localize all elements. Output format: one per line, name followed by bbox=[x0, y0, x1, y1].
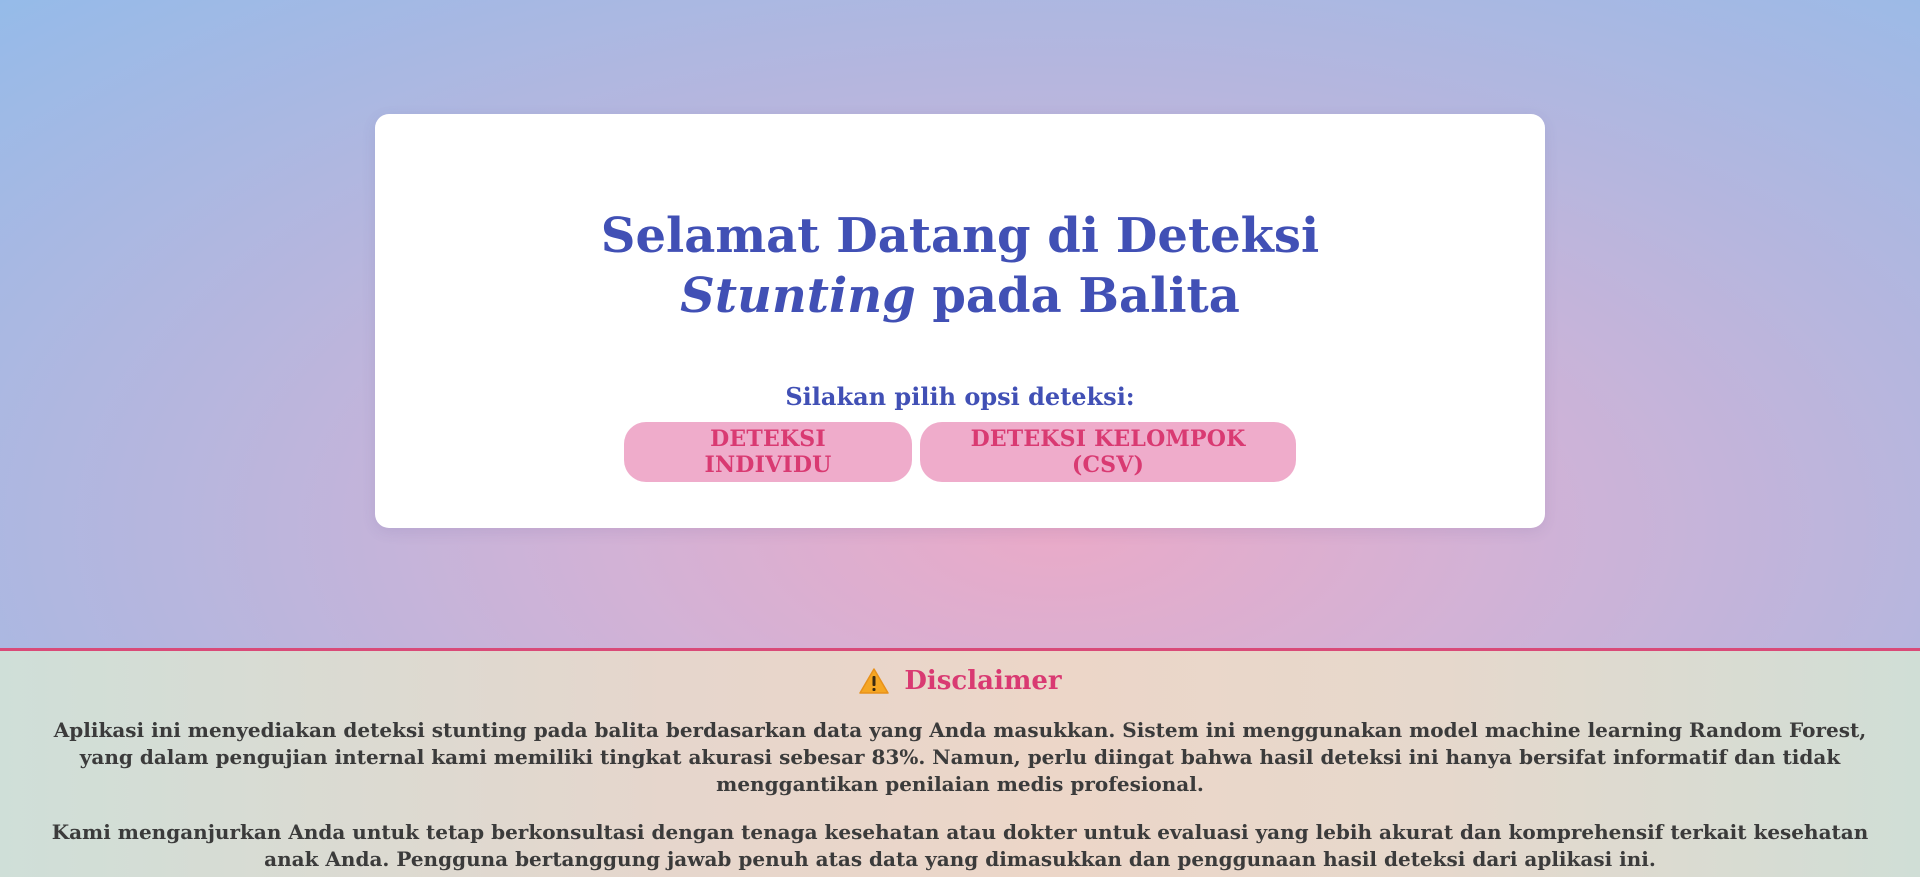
title-text-part1: Selamat Datang di Deteksi bbox=[600, 208, 1320, 264]
disclaimer-header: Disclaimer bbox=[0, 663, 1920, 699]
disclaimer-section: Disclaimer Aplikasi ini menyediakan dete… bbox=[0, 648, 1920, 877]
warning-icon bbox=[858, 667, 890, 695]
page-title: Selamat Datang di Deteksi Stunting pada … bbox=[375, 206, 1545, 326]
title-text-part2: pada Balita bbox=[915, 268, 1240, 324]
title-italic-stunting: Stunting bbox=[680, 268, 916, 324]
disclaimer-title: Disclaimer bbox=[904, 666, 1062, 696]
individual-detection-button[interactable]: DETEKSI INDIVIDU bbox=[624, 422, 912, 482]
detection-option-prompt: Silakan pilih opsi deteksi: bbox=[785, 382, 1135, 411]
welcome-card: Selamat Datang di Deteksi Stunting pada … bbox=[375, 114, 1545, 528]
disclaimer-paragraph-1: Aplikasi ini menyediakan deteksi stuntin… bbox=[53, 718, 1867, 796]
disclaimer-paragraph-2: Kami menganjurkan Anda untuk tetap berko… bbox=[51, 820, 1869, 871]
detection-button-group: DETEKSI INDIVIDU DETEKSI KELOMPOK (CSV) bbox=[375, 422, 1545, 482]
group-csv-detection-button[interactable]: DETEKSI KELOMPOK (CSV) bbox=[920, 422, 1296, 482]
